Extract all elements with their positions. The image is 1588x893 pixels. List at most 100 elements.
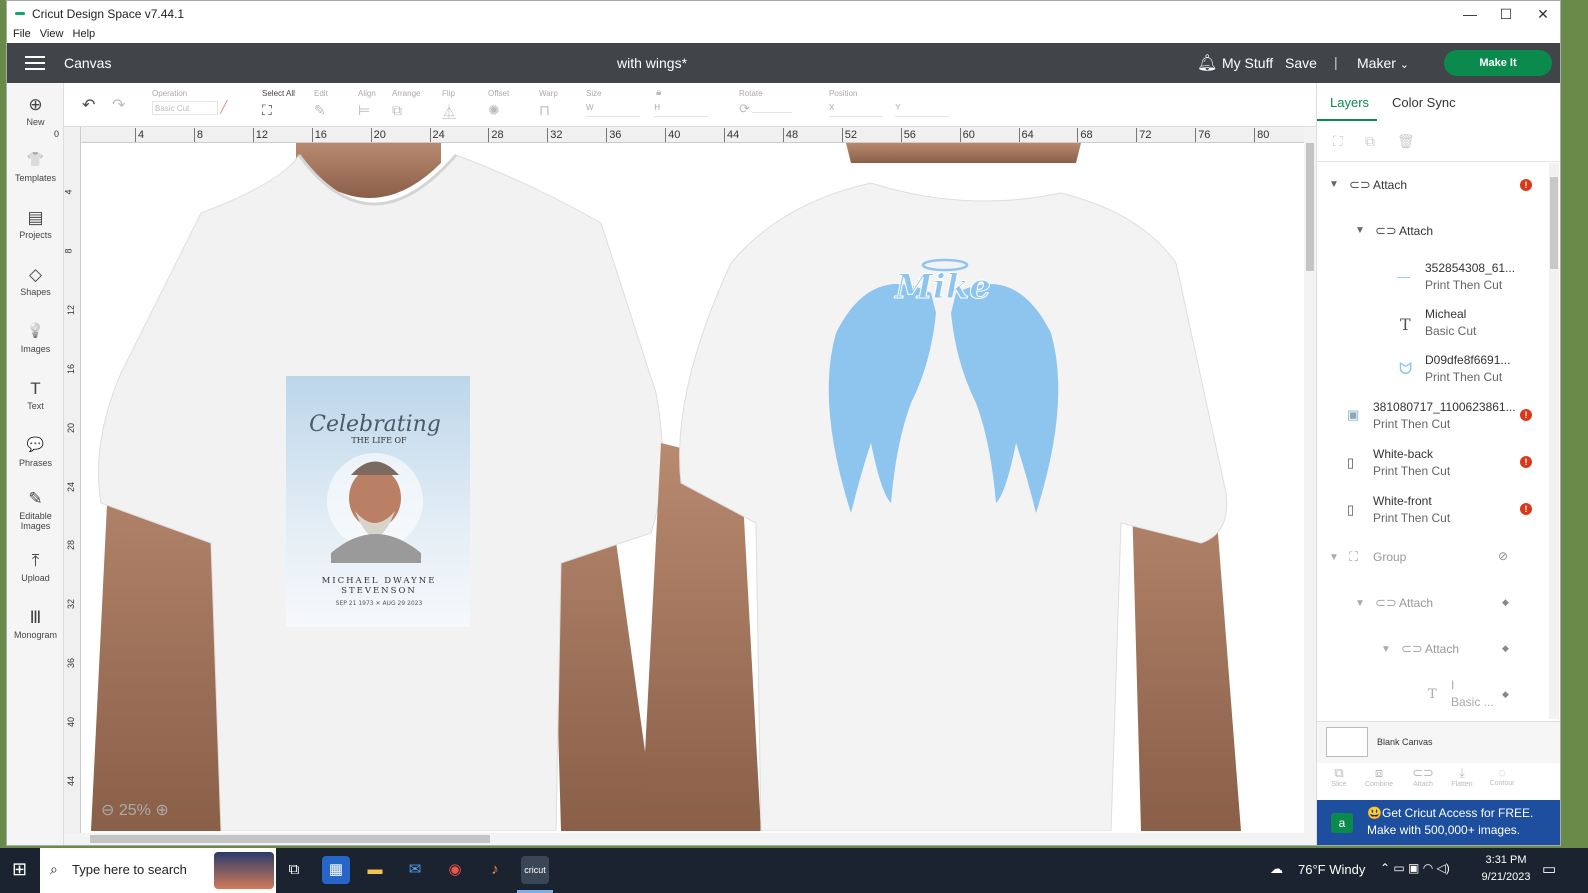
taskbar-search-box[interactable]: ⌕ Type here to search — [40, 848, 276, 893]
machine-select[interactable]: Maker ⌄ — [1357, 55, 1409, 71]
collapse-chevron-icon[interactable]: ▼ — [1329, 179, 1339, 190]
cricut-access-promo[interactable]: a 😃 Get Cricut Access for FREE. Make wit… — [1317, 800, 1560, 845]
lock-icon[interactable]: 🔒︎ — [656, 87, 661, 98]
align-button[interactable]: Align ⊨ — [358, 89, 376, 119]
tool-images[interactable]: 💡 Images — [7, 322, 64, 354]
app-icon[interactable]: ♪ — [481, 856, 509, 884]
combine-button[interactable]: ⧈ Combine — [1363, 765, 1395, 788]
clock-time[interactable]: 3:31 PM — [1478, 854, 1534, 866]
system-tray-icons[interactable]: ⌃ ▭ ▣ ◠ ◁) — [1380, 861, 1450, 875]
tool-phrases[interactable]: 💬 Phrases — [7, 436, 64, 468]
store-icon[interactable]: ▦ — [322, 856, 350, 884]
flatten-button[interactable]: ⤓ Flatten — [1450, 765, 1474, 788]
hamburger-menu-icon[interactable] — [25, 56, 45, 70]
attach-button[interactable]: ⊂⊃ Attach — [1411, 765, 1435, 788]
windows-start-icon[interactable]: ⊞ — [12, 859, 27, 880]
rotate-input[interactable] — [752, 99, 793, 113]
tool-upload[interactable]: ⤒ Upload — [7, 551, 64, 583]
collapse-chevron-icon[interactable]: ▼ — [1355, 598, 1365, 609]
layer-attach-hidden[interactable]: Attach — [1399, 596, 1433, 610]
tool-templates[interactable]: 👕 Templates — [7, 151, 64, 183]
layer-attach[interactable]: Attach — [1373, 178, 1407, 192]
duplicate-icon[interactable]: ⧉ — [1365, 133, 1375, 150]
scroll-thumb[interactable] — [90, 835, 490, 843]
memorial-print[interactable]: Celebrating THE LIFE OF MICHAEL DWAYNE S… — [286, 376, 470, 627]
layer-halo[interactable]: 352854308_61... Print Then Cut — [1425, 261, 1515, 292]
minimize-button[interactable]: — — [1452, 3, 1488, 25]
horizontal-scrollbar[interactable] — [64, 833, 1316, 845]
delete-icon[interactable]: 🗑︎ — [1397, 133, 1415, 150]
position-y-input[interactable]: Y — [895, 103, 950, 117]
arrange-button[interactable]: Arrange ⧉ — [392, 89, 420, 119]
undo-icon[interactable]: ↶ — [82, 95, 95, 115]
warp-button[interactable]: Warp ⊓ — [539, 89, 558, 119]
hidden-eye-icon[interactable]: ⊘ — [1498, 549, 1508, 563]
group-icon[interactable]: ⛶ — [1333, 133, 1343, 150]
slice-button[interactable]: ⧉ Slice — [1327, 765, 1351, 788]
blank-canvas-swatch[interactable] — [1326, 727, 1368, 757]
layer-attach-hidden-child[interactable]: Attach — [1425, 642, 1459, 656]
weather-text[interactable]: 76°F Windy — [1298, 862, 1365, 877]
menu-help[interactable]: Help — [73, 28, 96, 40]
vertical-scrollbar[interactable] — [1304, 127, 1316, 833]
layers-scrollbar[interactable] — [1549, 163, 1559, 719]
tool-monogram[interactable]: Ⅲ Monogram — [7, 608, 64, 640]
blank-canvas-row[interactable]: Blank Canvas — [1317, 721, 1560, 763]
contour-button[interactable]: ◌ Contour — [1487, 765, 1517, 787]
scroll-thumb[interactable] — [1550, 177, 1558, 269]
cricut-taskbar-icon[interactable]: cricut — [521, 856, 549, 884]
layer-white-front[interactable]: White-front Print Then Cut — [1373, 494, 1450, 525]
notification-center-icon[interactable]: ▭ — [1542, 860, 1556, 878]
back-shirt-mockup[interactable] — [641, 143, 1241, 831]
offset-button[interactable]: Offset ✺ — [488, 89, 509, 119]
edit-button[interactable]: Edit ✎ — [314, 89, 328, 119]
make-it-button[interactable]: Make It — [1444, 50, 1552, 76]
file-explorer-icon[interactable]: ▬ — [361, 856, 389, 884]
notification-bell-icon[interactable]: 🔔︎ — [1197, 53, 1217, 73]
scroll-thumb[interactable] — [1306, 143, 1314, 271]
project-name[interactable]: with wings* — [567, 55, 737, 71]
select-all-button[interactable]: Select All ⛶ — [262, 89, 295, 119]
layer-micheal[interactable]: Micheal Basic Cut — [1425, 307, 1476, 338]
layer-wings[interactable]: D09dfe8f6691... Print Then Cut — [1425, 353, 1510, 384]
position-x-input[interactable]: X — [829, 103, 883, 117]
layer-white-back[interactable]: White-back Print Then Cut — [1373, 447, 1450, 478]
save-button[interactable]: Save — [1285, 55, 1317, 71]
chrome-icon[interactable]: ◉ — [441, 856, 469, 884]
my-stuff-button[interactable]: My Stuff — [1222, 55, 1273, 71]
task-view-icon[interactable]: ⧉ — [280, 856, 308, 884]
zoom-in-icon[interactable]: ⊕ — [155, 802, 168, 819]
tool-text[interactable]: T Text — [7, 379, 64, 411]
clock-date[interactable]: 9/21/2023 — [1478, 871, 1534, 883]
layer-attach-child[interactable]: Attach — [1399, 224, 1433, 238]
linetype-pen-icon[interactable]: ╱ — [220, 100, 227, 114]
width-input[interactable]: W — [586, 103, 640, 117]
tool-shapes[interactable]: ◇ Shapes — [7, 265, 64, 297]
tab-layers[interactable]: Layers — [1330, 95, 1369, 110]
redo-icon[interactable]: ↷ — [112, 95, 125, 115]
tab-color-sync[interactable]: Color Sync — [1392, 95, 1456, 110]
tool-new[interactable]: ⊕ New — [7, 95, 64, 127]
layer-group[interactable]: Group — [1373, 550, 1406, 564]
collapse-chevron-icon[interactable]: ▼ — [1381, 644, 1391, 655]
ruler-tick-label: 80 — [1254, 128, 1269, 142]
maximize-button[interactable]: ☐ — [1488, 3, 1524, 25]
flip-button[interactable]: Flip ⏅ — [442, 89, 456, 122]
ruler-tick-label: 28 — [66, 540, 77, 551]
action-label: Flatten — [1451, 781, 1473, 788]
tool-projects[interactable]: ▤ Projects — [7, 208, 64, 240]
zoom-out-icon[interactable]: ⊖ — [101, 802, 114, 819]
operation-select[interactable]: Basic Cut — [152, 101, 218, 115]
height-label: H — [654, 103, 661, 112]
collapse-chevron-icon[interactable]: ▼ — [1329, 552, 1339, 563]
menu-file[interactable]: File — [13, 28, 31, 40]
collapse-chevron-icon[interactable]: ▼ — [1355, 225, 1365, 236]
design-canvas[interactable]: Celebrating THE LIFE OF MICHAEL DWAYNE S… — [81, 143, 1304, 831]
layer-text-hidden[interactable]: I Basic ... — [1451, 678, 1494, 709]
close-button[interactable]: ✕ — [1525, 3, 1560, 25]
layer-memorial[interactable]: 381080717_1100623861... Print Then Cut — [1373, 400, 1516, 431]
height-input[interactable]: H — [654, 103, 709, 117]
tool-editable-images[interactable]: ✎ Editable Images — [7, 489, 64, 531]
menu-view[interactable]: View — [40, 28, 64, 40]
mail-icon[interactable]: ✉ — [401, 856, 429, 884]
